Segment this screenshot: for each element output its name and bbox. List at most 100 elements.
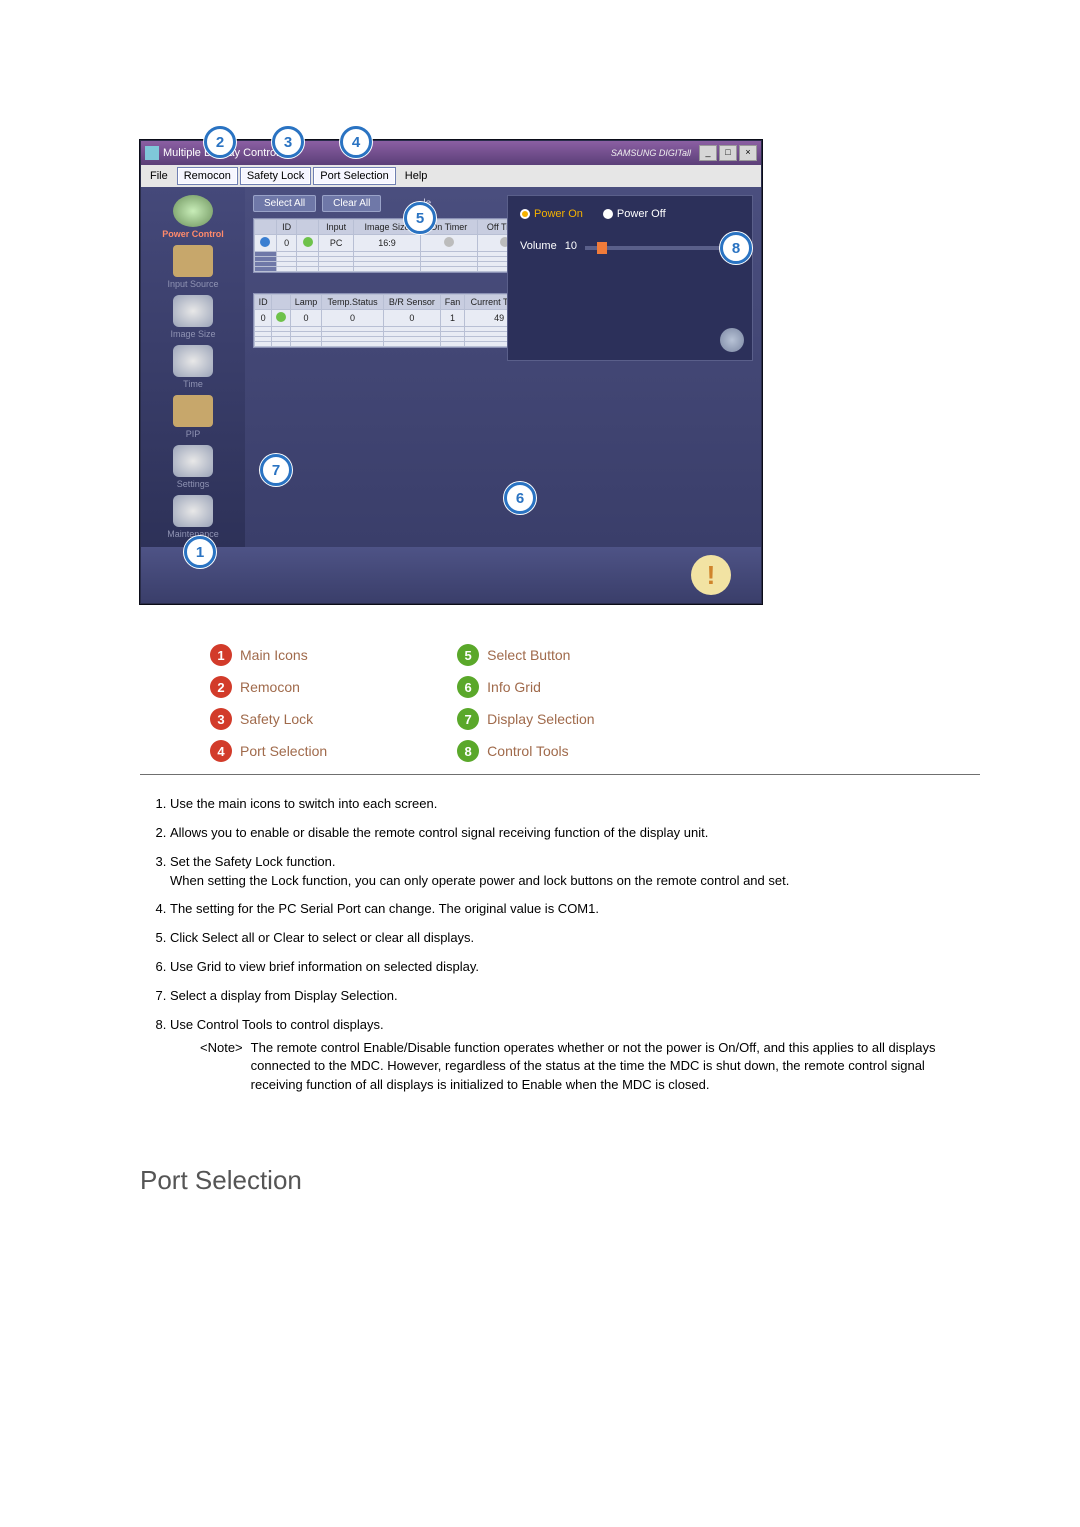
menu-file[interactable]: File: [143, 167, 175, 185]
col-id: ID: [276, 220, 297, 235]
settings-icon: [173, 445, 213, 477]
legend-item: 1 Main Icons: [210, 644, 327, 666]
legend-badge: 6: [457, 676, 479, 698]
cell-id: 0: [255, 310, 272, 327]
sidebar-item-maintenance[interactable]: Maintenance: [151, 495, 235, 539]
cell-br: 0: [383, 310, 440, 327]
select-all-button[interactable]: Select All: [253, 195, 316, 212]
callout-4: 4: [340, 126, 372, 158]
status-dot-icon: [303, 237, 313, 247]
sidebar-item-power-control[interactable]: Power Control: [151, 195, 235, 239]
minimize-button[interactable]: _: [699, 145, 717, 161]
callout-5: 5: [404, 202, 436, 234]
col-status: [297, 220, 319, 235]
sidebar-item-time[interactable]: Time: [151, 345, 235, 389]
cell-image-size: 16:9: [354, 235, 421, 252]
callout-6: 6: [504, 482, 536, 514]
power-off-label: Power Off: [617, 208, 666, 220]
slider-thumb[interactable]: [597, 242, 607, 254]
clear-all-button[interactable]: Clear All: [322, 195, 381, 212]
col-id: ID: [255, 295, 272, 310]
sidebar-item-label: Input Source: [151, 279, 235, 289]
note-3b: When setting the Lock function, you can …: [170, 873, 789, 888]
speaker-icon: [720, 328, 744, 352]
legend-badge: 1: [210, 644, 232, 666]
volume-label: Volume: [520, 240, 557, 252]
sidebar-item-pip[interactable]: PIP: [151, 395, 235, 439]
sidebar-item-settings[interactable]: Settings: [151, 445, 235, 489]
note-5: Click Select all or Clear to select or c…: [170, 929, 980, 948]
status-strip: !: [141, 547, 761, 603]
table-row[interactable]: 0 0 0 0 1 49: [255, 310, 534, 327]
callout-7: 7: [260, 454, 292, 486]
brand-label: SAMSUNG DIGITall: [611, 148, 691, 158]
sidebar-item-input-source[interactable]: Input Source: [151, 245, 235, 289]
menubar: File Remocon Safety Lock Port Selection …: [141, 165, 761, 187]
col-lamp: Lamp: [290, 295, 322, 310]
callout-3: 3: [272, 126, 304, 158]
image-size-icon: [173, 295, 213, 327]
note-6: Use Grid to view brief information on se…: [170, 958, 980, 977]
section-heading: Port Selection: [140, 1165, 980, 1196]
status-dot-icon: [276, 312, 286, 322]
notes-list: Use the main icons to switch into each s…: [140, 795, 980, 1095]
sidebar-item-label: Time: [151, 379, 235, 389]
cell-id: 0: [276, 235, 297, 252]
radio-icon: [520, 209, 530, 219]
legend-badge: 5: [457, 644, 479, 666]
callout-1: 1: [184, 536, 216, 568]
power-on-label: Power On: [534, 208, 583, 220]
menu-port-selection[interactable]: Port Selection: [313, 167, 395, 185]
legend-item: 3 Safety Lock: [210, 708, 327, 730]
power-off-radio[interactable]: Power Off: [603, 208, 666, 220]
menu-remocon[interactable]: Remocon: [177, 167, 238, 185]
legend-item: 7 Display Selection: [457, 708, 594, 730]
callout-8: 8: [720, 232, 752, 264]
sidebar: Power Control Input Source Image Size Ti…: [141, 187, 245, 547]
volume-value: 10: [565, 240, 577, 252]
legend-item: 5 Select Button: [457, 644, 594, 666]
col-br-sensor: B/R Sensor: [383, 295, 440, 310]
col-temp-status: Temp.Status: [322, 295, 383, 310]
cell-fan: 1: [440, 310, 464, 327]
legend-label: Select Button: [487, 647, 570, 663]
sidebar-item-label: Settings: [151, 479, 235, 489]
main-area: Select All Clear All le ID Input: [245, 187, 761, 547]
note-7: Select a display from Display Selection.: [170, 987, 980, 1006]
sidebar-item-label: Image Size: [151, 329, 235, 339]
app-icon: [145, 146, 159, 160]
divider: [140, 774, 980, 775]
col-input: Input: [319, 220, 354, 235]
legend-label: Main Icons: [240, 647, 308, 663]
menu-safety-lock[interactable]: Safety Lock: [240, 167, 311, 185]
power-on-radio[interactable]: Power On: [520, 208, 583, 220]
note-8: Use Control Tools to control displays. <…: [170, 1016, 980, 1095]
note-4: The setting for the PC Serial Port can c…: [170, 900, 980, 919]
check-icon: [260, 237, 270, 247]
maximize-button[interactable]: □: [719, 145, 737, 161]
note-3: Set the Safety Lock function. When setti…: [170, 853, 980, 891]
close-button[interactable]: ×: [739, 145, 757, 161]
note-2: Allows you to enable or disable the remo…: [170, 824, 980, 843]
sidebar-item-label: Power Control: [151, 229, 235, 239]
legend-label: Control Tools: [487, 743, 568, 759]
cell-lamp: 0: [290, 310, 322, 327]
table-row[interactable]: [255, 342, 534, 347]
time-icon: [173, 345, 213, 377]
note-tag: <Note>: [200, 1039, 243, 1096]
col-status: [272, 295, 290, 310]
table-row[interactable]: [255, 267, 534, 272]
legend-item: 4 Port Selection: [210, 740, 327, 762]
legend-badge: 3: [210, 708, 232, 730]
sidebar-item-label: PIP: [151, 429, 235, 439]
menu-help[interactable]: Help: [398, 167, 435, 185]
volume-slider[interactable]: [585, 246, 740, 250]
power-icon: [173, 195, 213, 227]
table-row[interactable]: 0 PC 16:9: [255, 235, 534, 252]
cell-input: PC: [319, 235, 354, 252]
radio-icon: [603, 209, 613, 219]
sidebar-item-image-size[interactable]: Image Size: [151, 295, 235, 339]
info-grid-top: ID Input Image Size On Timer Off Timer: [253, 218, 535, 273]
legend-label: Info Grid: [487, 679, 541, 695]
legend-badge: 8: [457, 740, 479, 762]
